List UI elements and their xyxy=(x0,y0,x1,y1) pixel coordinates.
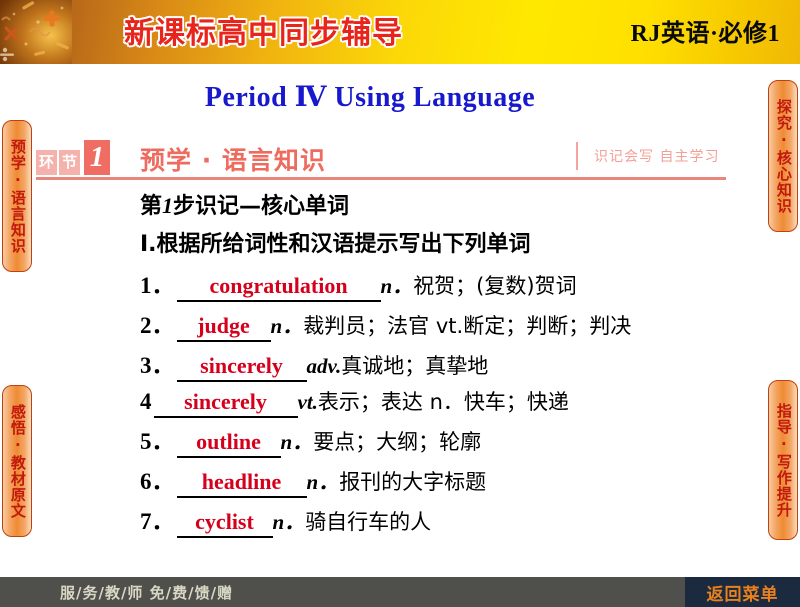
return-to-menu-label: 返回菜单 xyxy=(706,584,779,605)
answer-blank[interactable]: cyclist xyxy=(176,509,273,538)
footer-service-text: 服/务/教/师 免/费/馈/赠 xyxy=(60,584,234,602)
list-item: 4 sincerely vt. 表示；表达 n．快车；快递 xyxy=(140,386,760,418)
badge-char-2: 节 xyxy=(59,150,80,175)
sidebar-tab-preview-language[interactable]: 预学·语言知识 xyxy=(2,120,32,272)
word-list: 1． congratulation n． 祝贺；(复数)贺词 2． judge … xyxy=(140,266,760,538)
page-footer: 服/务/教/师 免/费/馈/赠 返回菜单 xyxy=(0,577,800,607)
part-of-speech: n． xyxy=(306,470,340,494)
step-prefix: 第 xyxy=(140,194,163,219)
word-meaning: 要点；大纲；轮廓 xyxy=(313,430,482,454)
badge-char-1: 环 xyxy=(36,150,57,175)
part-of-speech: adv. xyxy=(306,354,342,378)
page-title: Period Ⅳ Using Language xyxy=(204,82,536,113)
word-meaning: 裁判员；法官 vt.断定；判断；判决 xyxy=(303,314,632,338)
section-note: 识记会写 自主学习 xyxy=(594,149,720,165)
word-meaning: 真诚地；真挚地 xyxy=(341,354,489,378)
part-of-speech: n． xyxy=(280,430,314,454)
brand-title: 新课标高中同步辅导 xyxy=(124,16,403,51)
banner-divider xyxy=(576,142,578,170)
answer-blank[interactable]: congratulation xyxy=(176,273,381,302)
sidebar-tab-label: 探究·核心知识 xyxy=(774,98,793,214)
answer-blank[interactable]: sincerely xyxy=(153,389,298,418)
item-index: 3． xyxy=(140,353,175,378)
list-item: 6． headline n． 报刊的大字标题 xyxy=(140,462,760,498)
list-item: 2． judge n． 裁判员；法官 vt.断定；判断；判决 xyxy=(140,306,760,342)
word-meaning: 骑自行车的人 xyxy=(305,510,432,534)
item-index: 2． xyxy=(140,313,175,338)
section-banner: 环 节 1 预学 · 语言知识 识记会写 自主学习 xyxy=(36,136,726,180)
list-item: 7． cyclist n． 骑自行车的人 xyxy=(140,502,760,538)
sidebar-tab-core-knowledge[interactable]: 探究·核心知识 xyxy=(768,80,798,232)
item-index: 1． xyxy=(140,273,175,298)
list-item: 3． sincerely adv. 真诚地；真挚地 xyxy=(140,346,760,382)
answer-blank[interactable]: sincerely xyxy=(176,353,307,382)
answer-blank[interactable]: headline xyxy=(176,469,307,498)
word-meaning: 表示；表达 n．快车；快递 xyxy=(317,390,569,414)
sidebar-tab-writing-guide[interactable]: 指导·写作提升 xyxy=(768,380,798,540)
brand-subject: RJ英语·必修1 xyxy=(630,21,780,47)
section-label: 预学 · 语言知识 xyxy=(140,146,326,175)
item-index: 4 xyxy=(140,389,152,414)
badge-number: 1 xyxy=(84,140,110,175)
answer-blank[interactable]: judge xyxy=(176,313,271,342)
sidebar-tab-textbook-text[interactable]: 感悟·教材原文 xyxy=(2,385,32,537)
sidebar-tab-label: 指导·写作提升 xyxy=(774,402,793,518)
answer-blank[interactable]: outline xyxy=(176,429,281,458)
word-meaning: 祝贺；(复数)贺词 xyxy=(413,274,577,298)
section-badge: 环 节 1 xyxy=(36,140,110,175)
banner-underline xyxy=(36,177,726,180)
part-of-speech: n． xyxy=(380,274,414,298)
item-index: 5． xyxy=(140,429,175,454)
page-header: 新课标高中同步辅导 RJ英语·必修1 xyxy=(0,0,800,64)
content-area: 第1步识记—核心单词 Ⅰ.根据所给词性和汉语提示写出下列单词 1． congra… xyxy=(140,188,760,542)
part-of-speech: vt. xyxy=(297,390,318,414)
item-index: 6． xyxy=(140,469,175,494)
part-of-speech: n． xyxy=(270,314,304,338)
step-heading: 第1步识记—核心单词 xyxy=(140,188,760,220)
item-index: 7． xyxy=(140,509,175,534)
math-symbols-texture-icon xyxy=(0,0,72,64)
return-to-menu-button[interactable]: 返回菜单 xyxy=(685,577,800,607)
word-meaning: 报刊的大字标题 xyxy=(339,470,487,494)
list-item: 1． congratulation n． 祝贺；(复数)贺词 xyxy=(140,266,760,302)
exercise-prompt: Ⅰ.根据所给词性和汉语提示写出下列单词 xyxy=(140,232,531,257)
sidebar-tab-label: 感悟·教材原文 xyxy=(8,403,27,519)
part-of-speech: n． xyxy=(272,510,306,534)
list-item: 5． outline n． 要点；大纲；轮廓 xyxy=(140,422,760,458)
sidebar-tab-label: 预学·语言知识 xyxy=(8,138,27,254)
step-number: 1 xyxy=(162,193,174,218)
step-suffix: 步识记—核心单词 xyxy=(173,194,350,219)
